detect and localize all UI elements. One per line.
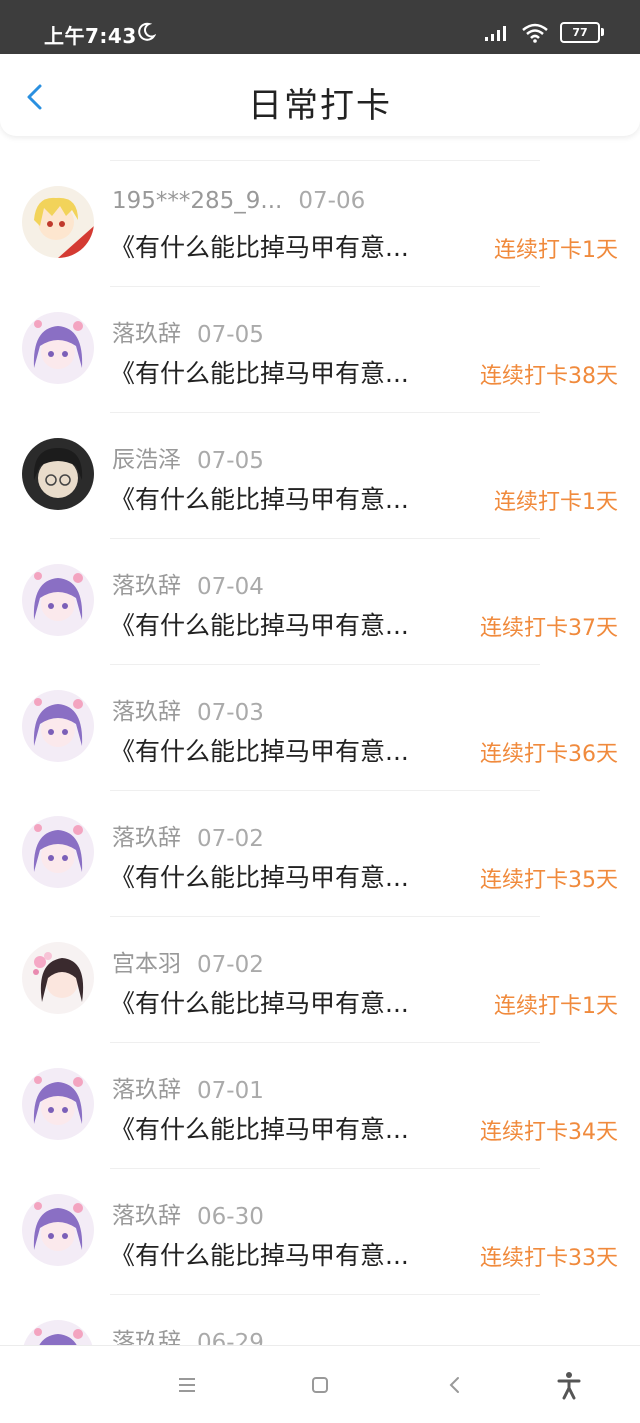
- streak-badge: 连续打卡1天: [494, 238, 618, 263]
- user-name[interactable]: 落玖辞: [112, 314, 181, 348]
- avatar[interactable]: [22, 1194, 94, 1266]
- streak-badge: 连续打卡38天: [480, 364, 618, 389]
- streak-badge: 连续打卡34天: [480, 1120, 618, 1145]
- avatar[interactable]: [22, 816, 94, 888]
- user-name[interactable]: 落玖辞: [112, 818, 181, 852]
- entry-title: 《有什么能比掉马甲有意...: [110, 233, 409, 262]
- status-bar: 上午7:43 77: [0, 0, 640, 54]
- entry-date: 07-05: [197, 448, 264, 474]
- entry-date: 07-02: [197, 952, 264, 978]
- checkin-list: 195***285_9... 07-06 《有什么能比掉马甲有意... 连续打卡1天落…: [0, 160, 640, 1420]
- streak-badge: 连续打卡1天: [494, 490, 618, 515]
- entry-title: 《有什么能比掉马甲有意...: [110, 863, 409, 892]
- back-triangle-icon[interactable]: [440, 1370, 470, 1400]
- user-name[interactable]: 宫本羽: [112, 944, 181, 978]
- avatar[interactable]: [22, 186, 94, 258]
- streak-badge: 连续打卡33天: [480, 1246, 618, 1271]
- list-item[interactable]: 落玖辞 06-30 《有什么能比掉马甲有意... 连续打卡33天: [0, 1168, 640, 1294]
- avatar[interactable]: [22, 690, 94, 762]
- user-name[interactable]: 落玖辞: [112, 566, 181, 600]
- status-time: 上午7:43: [44, 24, 137, 48]
- streak-badge: 连续打卡36天: [480, 742, 618, 767]
- entry-title: 《有什么能比掉马甲有意...: [110, 737, 409, 766]
- list-item[interactable]: 辰浩泽 07-05 《有什么能比掉马甲有意... 连续打卡1天: [0, 412, 640, 538]
- avatar[interactable]: [22, 438, 94, 510]
- entry-date: 07-03: [197, 700, 264, 726]
- entry-meta: 落玖辞 07-04: [112, 566, 264, 600]
- wifi-icon: [522, 23, 548, 43]
- navigation-bar: [0, 1345, 640, 1423]
- entry-meta: 落玖辞 07-05: [112, 314, 264, 348]
- list-item[interactable]: 落玖辞 07-05 《有什么能比掉马甲有意... 连续打卡38天: [0, 286, 640, 412]
- avatar[interactable]: [22, 564, 94, 636]
- list-item[interactable]: 195***285_9... 07-06 《有什么能比掉马甲有意... 连续打卡1天: [0, 160, 640, 286]
- entry-title: 《有什么能比掉马甲有意...: [110, 1115, 409, 1144]
- entry-title: 《有什么能比掉马甲有意...: [110, 359, 409, 388]
- user-name[interactable]: 195***285_9...: [112, 188, 282, 214]
- list-item[interactable]: 落玖辞 07-02 《有什么能比掉马甲有意... 连续打卡35天: [0, 790, 640, 916]
- entry-date: 07-06: [298, 188, 366, 214]
- streak-badge: 连续打卡35天: [480, 868, 618, 893]
- entry-title: 《有什么能比掉马甲有意...: [110, 611, 409, 640]
- entry-meta: 落玖辞 06-30: [112, 1196, 264, 1230]
- entry-meta: 落玖辞 07-02: [112, 818, 264, 852]
- home-square-icon[interactable]: [305, 1370, 335, 1400]
- user-name[interactable]: 落玖辞: [112, 1070, 181, 1104]
- user-name[interactable]: 落玖辞: [112, 1196, 181, 1230]
- moon-icon: [138, 22, 156, 41]
- list-item[interactable]: 落玖辞 07-01 《有什么能比掉马甲有意... 连续打卡34天: [0, 1042, 640, 1168]
- entry-title: 《有什么能比掉马甲有意...: [110, 989, 409, 1018]
- entry-date: 06-30: [197, 1204, 264, 1230]
- battery-icon: 77: [560, 22, 604, 43]
- entry-meta: 辰浩泽 07-05: [112, 440, 264, 474]
- list-item[interactable]: 落玖辞 07-03 《有什么能比掉马甲有意... 连续打卡36天: [0, 664, 640, 790]
- entry-date: 07-05: [197, 322, 264, 348]
- accessibility-icon[interactable]: [554, 1370, 584, 1400]
- streak-badge: 连续打卡1天: [494, 994, 618, 1019]
- list-item[interactable]: 宫本羽 07-02 《有什么能比掉马甲有意... 连续打卡1天: [0, 916, 640, 1042]
- entry-meta: 落玖辞 07-01: [112, 1070, 264, 1104]
- header: 日常打卡: [0, 54, 640, 136]
- user-name[interactable]: 辰浩泽: [112, 440, 181, 474]
- avatar[interactable]: [22, 1068, 94, 1140]
- entry-meta: 落玖辞 07-03: [112, 692, 264, 726]
- entry-title: 《有什么能比掉马甲有意...: [110, 485, 409, 514]
- entry-date: 07-02: [197, 826, 264, 852]
- avatar[interactable]: [22, 942, 94, 1014]
- entry-date: 07-01: [197, 1078, 264, 1104]
- user-name[interactable]: 落玖辞: [112, 692, 181, 726]
- entry-meta: 195***285_9... 07-06: [112, 188, 365, 214]
- menu-icon[interactable]: [172, 1370, 202, 1400]
- signal-icon: [485, 25, 506, 41]
- list-item[interactable]: 落玖辞 07-04 《有什么能比掉马甲有意... 连续打卡37天: [0, 538, 640, 664]
- entry-date: 07-04: [197, 574, 264, 600]
- page-title: 日常打卡: [248, 86, 392, 126]
- entry-title: 《有什么能比掉马甲有意...: [110, 1241, 409, 1270]
- streak-badge: 连续打卡37天: [480, 616, 618, 641]
- avatar[interactable]: [22, 312, 94, 384]
- entry-meta: 宫本羽 07-02: [112, 944, 264, 978]
